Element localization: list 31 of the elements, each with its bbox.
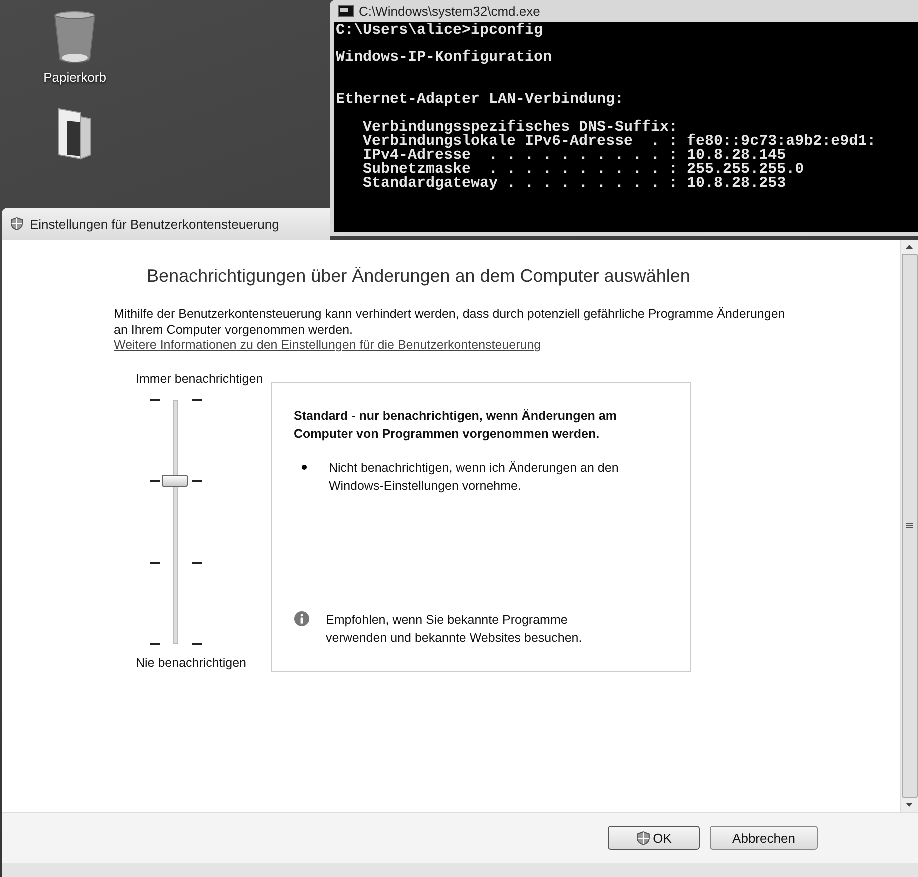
console-line: Windows-IP-Konfiguration: [336, 51, 554, 65]
cancel-button[interactable]: Abbrechen: [710, 826, 818, 850]
console-line: Verbindungsspezifisches DNS-Suffix:: [362, 121, 680, 135]
shield-icon: [10, 217, 24, 231]
dialog-heading: Benachrichtigungen über Änderungen an dem Computer auswählen: [147, 266, 692, 287]
scrollbar-thumb[interactable]: [902, 254, 918, 798]
description-text: Mithilfe der Benutzerkontensteuerung kann verhindert werden, dass durch potenziell gefährliche Programme Änderungen an Ihrem Computer vorgenommen werden.: [114, 306, 786, 338]
console-line: Subnetzmaske . . . . . . . . . . : 255.255.255.0: [362, 163, 806, 177]
console-title: C:\Windows\system32\cmd.exe: [359, 4, 540, 18]
console-line: Verbindungslokale IPv6-Adresse . : fe80::9c73:a9b2:e9d1:: [362, 135, 878, 149]
setting-title: Standard - nur benachrichtigen, wenn Änderungen am Computer von Programmen vorgenommen werden.: [294, 408, 618, 443]
console-line: Standardgateway . . . . . . . . . : 10.8.28.253: [362, 177, 788, 191]
slider-thumb[interactable]: [162, 475, 188, 488]
console-line: IPv4-Adresse . . . . . . . . . . : 10.8.28.145: [362, 149, 786, 163]
shield-icon: [636, 830, 652, 846]
recommendation-text: Empfohlen, wenn Sie bekannte Programme verwenden und bekannte Websites besuchen.: [326, 612, 584, 647]
bullet-text: Nicht benachrichtigen, wenn ich Änderungen an den Windows-Einstellungen vornehme.: [329, 460, 620, 495]
ok-button[interactable]: OK: [608, 826, 700, 850]
console-icon: [338, 5, 354, 17]
scrollbar[interactable]: [900, 240, 918, 812]
slider-bottom-label: Nie benachrichtigen: [136, 656, 248, 670]
console-line: Ethernet-Adapter LAN-Verbindung:: [336, 93, 626, 107]
bullet-icon: [302, 465, 307, 470]
more-info-link[interactable]: Weitere Informationen zu den Einstellungen für die Benutzerkontensteuerung: [114, 338, 542, 352]
slider-top-label: Immer benachrichtigen: [136, 372, 264, 386]
console-line: C:\Users\alice>ipconfig: [336, 24, 544, 38]
dialog-title: Einstellungen für Benutzerkontensteuerung: [30, 216, 280, 232]
grip-icon: [906, 523, 913, 529]
trash-bin-icon: [53, 10, 97, 66]
desktop-icon-label[interactable]: Papierkorb: [44, 70, 106, 85]
info-icon: [294, 611, 310, 627]
